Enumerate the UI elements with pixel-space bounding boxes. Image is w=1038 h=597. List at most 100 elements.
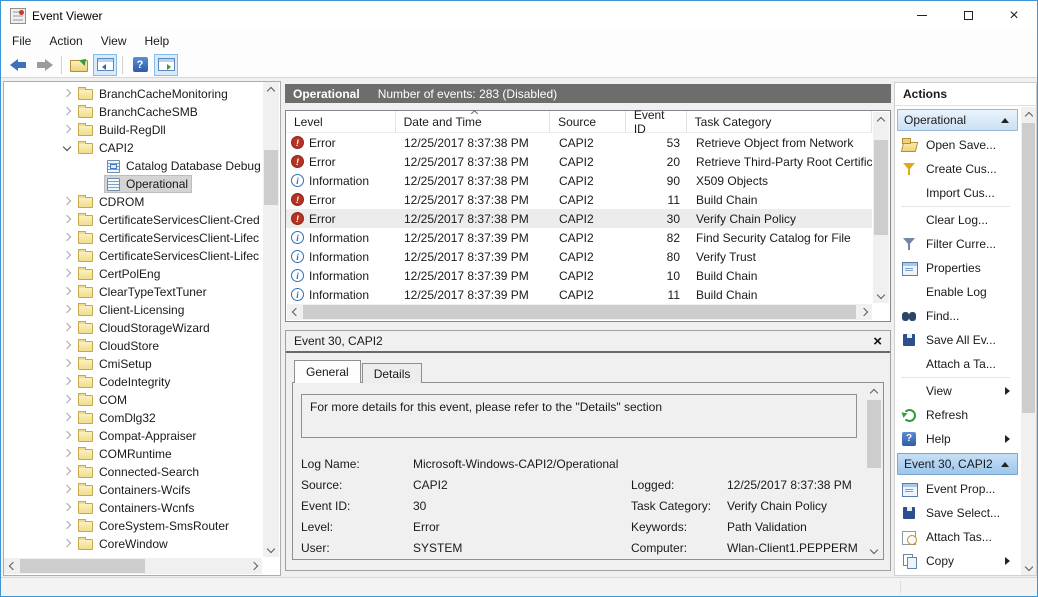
action-save-all-events[interactable]: Save All Ev...: [895, 328, 1020, 352]
event-row[interactable]: Information12/25/2017 8:37:39 PMCAPI210B…: [286, 266, 872, 285]
event-list-vertical-scrollbar[interactable]: [873, 112, 889, 303]
action-refresh[interactable]: Refresh: [895, 403, 1020, 427]
tree-item[interactable]: CertificateServicesClient-Cred: [4, 211, 262, 229]
preview-vertical-scrollbar[interactable]: [866, 384, 882, 558]
maximize-button[interactable]: [945, 1, 991, 30]
chevron-right-icon[interactable]: [61, 429, 75, 443]
tree-item[interactable]: CloudStore: [4, 337, 262, 355]
chevron-down-icon[interactable]: [61, 141, 75, 155]
tree-item-capi2[interactable]: CAPI2: [4, 139, 262, 157]
tree-item[interactable]: CloudStorageWizard: [4, 319, 262, 337]
scroll-up-button[interactable]: [263, 82, 279, 97]
chevron-right-icon[interactable]: [61, 465, 75, 479]
event-row[interactable]: Error12/25/2017 8:37:38 PMCAPI211Build C…: [286, 190, 872, 209]
scroll-down-button[interactable]: [873, 288, 889, 303]
action-open-saved-log[interactable]: Open Save...: [895, 133, 1020, 157]
action-find[interactable]: Find...: [895, 304, 1020, 328]
menu-file[interactable]: File: [3, 31, 40, 51]
event-row[interactable]: Information12/25/2017 8:37:39 PMCAPI282F…: [286, 228, 872, 247]
scroll-down-button[interactable]: [1021, 560, 1036, 575]
chevron-right-icon[interactable]: [61, 339, 75, 353]
chevron-right-icon[interactable]: [61, 123, 75, 137]
event-row-selected[interactable]: Error12/25/2017 8:37:38 PMCAPI230Verify …: [286, 209, 872, 228]
scroll-up-button[interactable]: [866, 384, 882, 399]
tree-item[interactable]: CoreWindow: [4, 535, 262, 553]
scrollbar-thumb[interactable]: [303, 305, 856, 319]
chevron-right-icon[interactable]: [61, 87, 75, 101]
chevron-right-icon[interactable]: [61, 357, 75, 371]
action-save-selected-events[interactable]: Save Select...: [895, 501, 1020, 525]
tree-item[interactable]: Compat-Appraiser: [4, 427, 262, 445]
event-row[interactable]: Information12/25/2017 8:37:38 PMCAPI290X…: [286, 171, 872, 190]
tree-horizontal-scrollbar[interactable]: [4, 558, 262, 574]
action-help[interactable]: Help: [895, 427, 1020, 451]
chevron-right-icon[interactable]: [61, 483, 75, 497]
scroll-right-button[interactable]: [857, 304, 872, 320]
column-header-date-time[interactable]: Date and Time: [396, 111, 550, 132]
chevron-right-icon[interactable]: [61, 501, 75, 515]
action-copy[interactable]: Copy: [895, 549, 1020, 573]
event-row[interactable]: Information12/25/2017 8:37:39 PMCAPI280V…: [286, 247, 872, 266]
action-event-properties[interactable]: Event Prop...: [895, 477, 1020, 501]
tree-item[interactable]: CertPolEng: [4, 265, 262, 283]
chevron-right-icon[interactable]: [61, 321, 75, 335]
column-header-level[interactable]: Level: [286, 111, 396, 132]
action-clear-log[interactable]: Clear Log...: [895, 208, 1020, 232]
scroll-left-button[interactable]: [4, 558, 19, 574]
chevron-right-icon[interactable]: [61, 213, 75, 227]
menu-view[interactable]: View: [92, 31, 136, 51]
tree-item[interactable]: CmiSetup: [4, 355, 262, 373]
chevron-right-icon[interactable]: [61, 267, 75, 281]
menu-help[interactable]: Help: [136, 31, 179, 51]
scroll-down-button[interactable]: [263, 542, 279, 557]
action-create-custom-view[interactable]: Create Cus...: [895, 157, 1020, 181]
event-row[interactable]: Error12/25/2017 8:37:38 PMCAPI220Retriev…: [286, 152, 872, 171]
tree-item[interactable]: Containers-Wcnfs: [4, 499, 262, 517]
chevron-right-icon[interactable]: [61, 195, 75, 209]
scrollbar-thumb[interactable]: [867, 400, 881, 468]
column-header-task-category[interactable]: Task Category: [687, 111, 872, 132]
scroll-left-button[interactable]: [287, 304, 302, 320]
tree-item[interactable]: ComDlg32: [4, 409, 262, 427]
help-button[interactable]: ?: [128, 54, 152, 76]
tree-item[interactable]: ClearTypeTextTuner: [4, 283, 262, 301]
close-button[interactable]: ×: [991, 1, 1037, 30]
tab-details[interactable]: Details: [362, 363, 423, 383]
tree-item-operational[interactable]: Operational: [4, 175, 262, 193]
menu-action[interactable]: Action: [40, 31, 91, 51]
preview-close-button[interactable]: ×: [873, 334, 882, 349]
tree-item[interactable]: BranchCacheSMB: [4, 103, 262, 121]
action-filter-current-log[interactable]: Filter Curre...: [895, 232, 1020, 256]
scroll-right-button[interactable]: [247, 558, 262, 574]
event-row[interactable]: Information12/25/2017 8:37:39 PMCAPI211B…: [286, 285, 872, 303]
chevron-right-icon[interactable]: [61, 411, 75, 425]
chevron-right-icon[interactable]: [61, 519, 75, 533]
show-hide-action-pane-button[interactable]: [154, 54, 178, 76]
tree-item[interactable]: Catalog Database Debug: [4, 157, 262, 175]
chevron-right-icon[interactable]: [61, 303, 75, 317]
chevron-right-icon[interactable]: [61, 105, 75, 119]
action-attach-task-to-log[interactable]: Attach a Ta...: [895, 352, 1020, 376]
action-enable-log[interactable]: Enable Log: [895, 280, 1020, 304]
tree-item[interactable]: BranchCacheMonitoring: [4, 85, 262, 103]
action-properties[interactable]: Properties: [895, 256, 1020, 280]
scroll-up-button[interactable]: [873, 112, 889, 127]
chevron-right-icon[interactable]: [61, 249, 75, 263]
scrollbar-thumb[interactable]: [264, 150, 278, 205]
show-hide-console-tree-button[interactable]: [93, 54, 117, 76]
tree-item[interactable]: COM: [4, 391, 262, 409]
back-button[interactable]: [6, 54, 30, 76]
action-import-custom-view[interactable]: Import Cus...: [895, 181, 1020, 205]
column-header-event-id[interactable]: Event ID: [626, 111, 687, 132]
open-saved-log-button[interactable]: [67, 54, 91, 76]
tree-item[interactable]: CDROM: [4, 193, 262, 211]
actions-vertical-scrollbar[interactable]: [1021, 107, 1036, 575]
tree-item[interactable]: COMRuntime: [4, 445, 262, 463]
scrollbar-thumb[interactable]: [1022, 123, 1035, 413]
tree-item[interactable]: CertificateServicesClient-Lifec: [4, 229, 262, 247]
event-list-horizontal-scrollbar[interactable]: [287, 304, 872, 320]
column-header-source[interactable]: Source: [550, 111, 626, 132]
tree-item[interactable]: Connected-Search: [4, 463, 262, 481]
tree-item[interactable]: Client-Licensing: [4, 301, 262, 319]
chevron-right-icon[interactable]: [61, 447, 75, 461]
